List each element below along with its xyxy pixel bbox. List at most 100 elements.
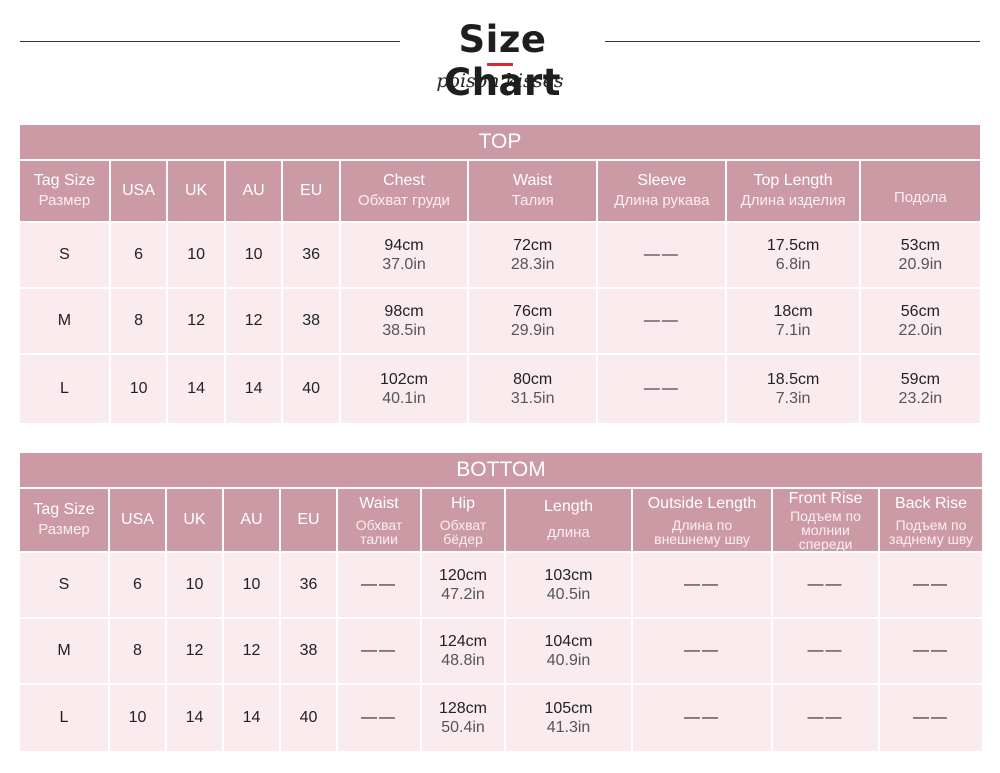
header-divider-right <box>605 41 980 42</box>
header-tag-size: Tag Size Размер <box>20 489 108 551</box>
waist-cell: —— <box>338 553 420 617</box>
bottom-section-title: BOTTOM <box>20 453 983 487</box>
hip-cell: 124cm 48.8in <box>422 619 504 683</box>
header-au: AU <box>224 489 279 551</box>
length-cell: 18.5cm 7.3in <box>727 355 859 423</box>
top-header-row: Tag Size Размер USA UK AU EU Chest Обхват … <box>20 161 980 221</box>
header-outside-length: Outside Length Длина по внешнему шву <box>633 489 771 551</box>
eu-cell: 36 <box>283 223 339 287</box>
header-usa: USA <box>110 489 165 551</box>
header-eu: EU <box>281 489 336 551</box>
uk-cell: 10 <box>167 553 222 617</box>
hip-cell: 128cm 50.4in <box>422 685 504 751</box>
usa-cell: 6 <box>110 553 165 617</box>
waist-cell: —— <box>338 619 420 683</box>
tag-size-cell: S <box>20 553 108 617</box>
header-front-rise: Front Rise Подъем по молнии спереди <box>773 489 878 551</box>
au-cell: 14 <box>225 355 282 423</box>
waist-cell: —— <box>338 685 420 751</box>
back-rise-cell: —— <box>880 685 983 751</box>
au-cell: 12 <box>224 619 279 683</box>
length-cell: 18cm 7.1in <box>727 289 859 353</box>
header-uk: UK <box>168 161 224 221</box>
tag-size-cell: M <box>20 619 108 683</box>
hem-cell: 53cm 20.9in <box>860 223 980 287</box>
front-rise-cell: —— <box>773 619 878 683</box>
bottom-header-row: Tag Size Размер USA UK AU EU Waist Обхват т… <box>20 489 983 551</box>
eu-cell: 40 <box>283 355 339 423</box>
header-back-rise: Back Rise Подъем по заднему шву <box>880 489 983 551</box>
header-waist: Waist Талия <box>469 161 597 221</box>
length-cell: 17.5cm 6.8in <box>727 223 859 287</box>
length-cell: 104cm 40.9in <box>506 619 631 683</box>
au-cell: 12 <box>225 289 282 353</box>
uk-cell: 12 <box>167 619 222 683</box>
uk-cell: 14 <box>167 685 222 751</box>
top-size-table: TOP Tag Size Размер USA UK AU EU Chest Обх… <box>18 123 982 425</box>
header-waist: Waist Обхват талии <box>338 489 420 551</box>
hem-cell: 59cm 23.2in <box>860 355 980 423</box>
table-row: S 6 10 10 36 94cm 37.0in 72cm 28.3in —— 17… <box>20 223 980 287</box>
au-cell: 14 <box>224 685 279 751</box>
header-sleeve: Sleeve Длина рукава <box>598 161 726 221</box>
table-row: M 8 12 12 38 98cm 38.5in 76cm 29.9in —— 18… <box>20 289 980 353</box>
outside-length-cell: —— <box>633 619 771 683</box>
header: Size Chart poison kisses <box>0 0 1000 110</box>
outside-length-cell: —— <box>633 685 771 751</box>
uk-cell: 10 <box>168 223 224 287</box>
table-row: M 8 12 12 38 —— 124cm 48.8in 104cm 40.9in … <box>20 619 983 683</box>
au-cell: 10 <box>225 223 282 287</box>
length-cell: 105cm 41.3in <box>506 685 631 751</box>
waist-cell: 72cm 28.3in <box>469 223 597 287</box>
table-row: L 10 14 14 40 —— 128cm 50.4in 105cm 41.3in… <box>20 685 983 751</box>
tag-size-cell: S <box>20 223 109 287</box>
header-au: AU <box>225 161 282 221</box>
table-row: S 6 10 10 36 —— 120cm 47.2in 103cm 40.5in … <box>20 553 983 617</box>
chest-cell: 98cm 38.5in <box>340 289 468 353</box>
usa-cell: 8 <box>110 289 167 353</box>
waist-cell: 76cm 29.9in <box>469 289 597 353</box>
usa-cell: 10 <box>110 355 167 423</box>
tag-size-cell: L <box>20 355 109 423</box>
uk-cell: 14 <box>168 355 224 423</box>
au-cell: 10 <box>224 553 279 617</box>
eu-cell: 38 <box>283 289 339 353</box>
bottom-size-table: BOTTOM Tag Size Размер USA UK AU EU Waist… <box>18 451 984 753</box>
eu-cell: 38 <box>281 619 336 683</box>
tag-size-cell: M <box>20 289 109 353</box>
eu-cell: 40 <box>281 685 336 751</box>
tag-size-cell: L <box>20 685 108 751</box>
hem-cell: 56cm 22.0in <box>860 289 980 353</box>
header-divider-left <box>20 41 400 42</box>
uk-cell: 12 <box>168 289 224 353</box>
header-top-length: Top Length Длина изделия <box>727 161 859 221</box>
top-section-title: TOP <box>20 125 980 159</box>
usa-cell: 6 <box>110 223 167 287</box>
sleeve-cell: —— <box>598 289 726 353</box>
header-hip: Hip Обхват бёдер <box>422 489 504 551</box>
header-eu: EU <box>283 161 339 221</box>
header-length: Length длина <box>506 489 631 551</box>
header-hem: Подола <box>860 161 980 221</box>
table-row: L 10 14 14 40 102cm 40.1in 80cm 31.5in —— … <box>20 355 980 423</box>
header-tag-size: Tag Size Размер <box>20 161 109 221</box>
header-chest: Chest Обхват груди <box>340 161 468 221</box>
waist-cell: 80cm 31.5in <box>469 355 597 423</box>
outside-length-cell: —— <box>633 553 771 617</box>
usa-cell: 8 <box>110 619 165 683</box>
sleeve-cell: —— <box>598 223 726 287</box>
usa-cell: 10 <box>110 685 165 751</box>
title-accent-bar <box>487 63 513 66</box>
hip-cell: 120cm 47.2in <box>422 553 504 617</box>
header-usa: USA <box>110 161 167 221</box>
front-rise-cell: —— <box>773 685 878 751</box>
chest-cell: 94cm 37.0in <box>340 223 468 287</box>
length-cell: 103cm 40.5in <box>506 553 631 617</box>
eu-cell: 36 <box>281 553 336 617</box>
back-rise-cell: —— <box>880 619 983 683</box>
back-rise-cell: —— <box>880 553 983 617</box>
front-rise-cell: —— <box>773 553 878 617</box>
brand-subtitle: poison kisses <box>436 70 564 92</box>
sleeve-cell: —— <box>598 355 726 423</box>
header-uk: UK <box>167 489 222 551</box>
